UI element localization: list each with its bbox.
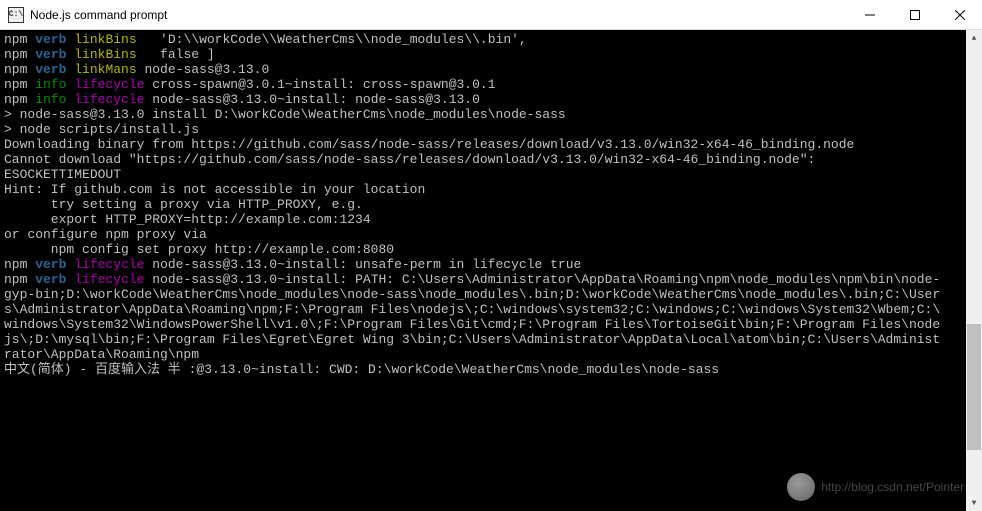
terminal-line: npm config set proxy http://example.com:… (4, 242, 978, 257)
scroll-down-arrow[interactable]: ▼ (966, 495, 982, 511)
terminal-line: > node scripts/install.js (4, 122, 978, 137)
scroll-up-arrow[interactable]: ▲ (966, 30, 982, 46)
terminal-line: rator\AppData\Roaming\npm (4, 347, 978, 362)
app-icon: C:\ (8, 7, 24, 23)
terminal-line: npm verb lifecycle node-sass@3.13.0~inst… (4, 257, 978, 272)
terminal-line: Hint: If github.com is not accessible in… (4, 182, 978, 197)
terminal-line: windows\System32\WindowsPowerShell\v1.0\… (4, 317, 978, 332)
terminal-output[interactable]: npm verb linkBins 'D:\\workCode\\Weather… (0, 30, 982, 511)
terminal-line: npm info lifecycle cross-spawn@3.0.1~ins… (4, 77, 978, 92)
scrollbar-thumb[interactable] (967, 324, 981, 450)
terminal-line: > node-sass@3.13.0 install D:\workCode\W… (4, 107, 978, 122)
terminal-line: 中文(简体) - 百度输入法 半 :@3.13.0~install: CWD: … (4, 362, 978, 377)
minimize-button[interactable] (847, 0, 892, 30)
terminal-line: s\Administrator\AppData\Roaming\npm;F:\P… (4, 302, 978, 317)
maximize-icon (910, 10, 920, 20)
terminal-line: ESOCKETTIMEDOUT (4, 167, 978, 182)
terminal-line: try setting a proxy via HTTP_PROXY, e.g. (4, 197, 978, 212)
terminal-line: export HTTP_PROXY=http://example.com:123… (4, 212, 978, 227)
watermark-logo-icon (787, 473, 815, 501)
vertical-scrollbar[interactable]: ▲ ▼ (966, 30, 982, 511)
minimize-icon (865, 10, 875, 20)
terminal-line: gyp-bin;D:\workCode\WeatherCms\node_modu… (4, 287, 978, 302)
terminal-line: Downloading binary from https://github.c… (4, 137, 978, 152)
close-button[interactable] (937, 0, 982, 30)
watermark: http://blog.csdn.net/Pointer (787, 473, 964, 501)
terminal-line: npm verb linkMans node-sass@3.13.0 (4, 62, 978, 77)
watermark-text: http://blog.csdn.net/Pointer (821, 480, 964, 495)
terminal-line: npm verb linkBins false ] (4, 47, 978, 62)
terminal-line: npm verb linkBins 'D:\\workCode\\Weather… (4, 32, 978, 47)
terminal-line: js\;D:\mysql\bin;F:\Program Files\Egret\… (4, 332, 978, 347)
scrollbar-track[interactable] (966, 46, 982, 495)
terminal-line: Cannot download "https://github.com/sass… (4, 152, 978, 167)
terminal-line: npm verb lifecycle node-sass@3.13.0~inst… (4, 272, 978, 287)
window-controls (847, 0, 982, 30)
window-title: Node.js command prompt (30, 8, 847, 22)
terminal-line: npm info lifecycle node-sass@3.13.0~inst… (4, 92, 978, 107)
close-icon (955, 10, 965, 20)
maximize-button[interactable] (892, 0, 937, 30)
window-titlebar: C:\ Node.js command prompt (0, 0, 982, 30)
terminal-line: or configure npm proxy via (4, 227, 978, 242)
